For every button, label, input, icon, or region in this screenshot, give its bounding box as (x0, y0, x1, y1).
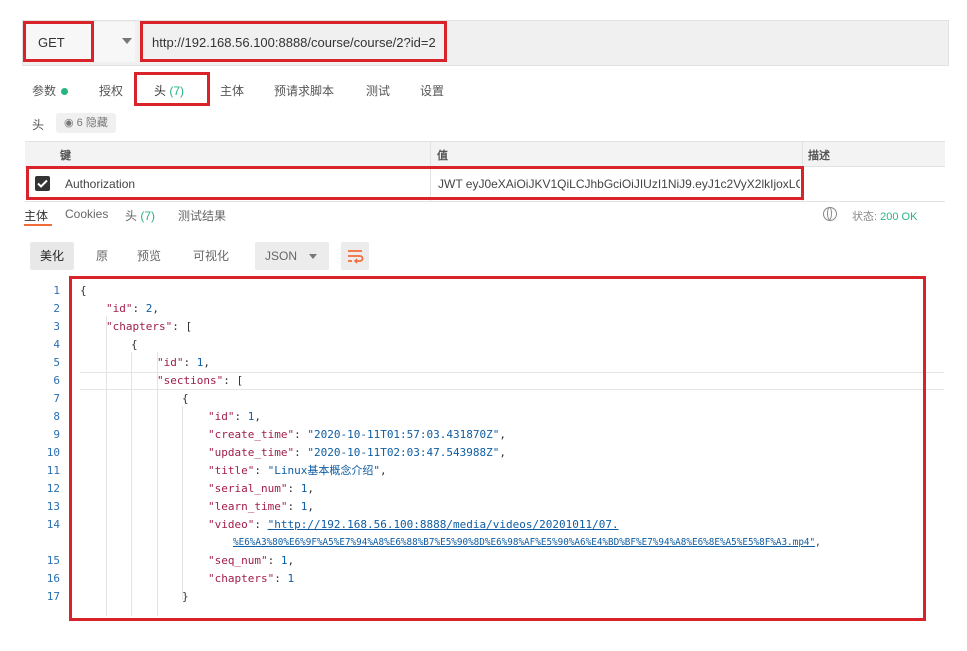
highlight-box (134, 72, 210, 106)
line-number: 17 (46, 590, 60, 603)
response-tab-test-results[interactable]: 测试结果 (178, 207, 226, 224)
tab-authorization[interactable]: 授权 (99, 82, 123, 99)
format-visualize-button[interactable]: 可视化 (183, 242, 239, 270)
line-number: 3 (53, 320, 60, 333)
format-type-select[interactable]: JSON (255, 242, 329, 270)
response-tab-headers[interactable]: 头 (7) (125, 207, 155, 224)
line-number: 16 (46, 572, 60, 585)
line-number: 10 (46, 446, 60, 459)
highlight-box (26, 166, 804, 200)
line-number: 6 (53, 374, 60, 387)
format-pretty-button[interactable]: 美化 (30, 242, 75, 270)
chevron-down-icon[interactable] (122, 38, 132, 44)
line-number: 5 (53, 356, 60, 369)
response-tab-body[interactable]: 主体 (24, 207, 48, 224)
tab-body[interactable]: 主体 (220, 82, 244, 99)
highlight-box (23, 21, 94, 62)
format-type-label: JSON (265, 249, 298, 263)
headers-table-head (25, 141, 945, 167)
line-number: 1 (53, 284, 60, 297)
column-description: 描述 (808, 150, 830, 162)
active-tab-underline (24, 224, 52, 226)
column-key: 键 (60, 150, 71, 162)
response-tab-cookies[interactable]: Cookies (65, 207, 108, 221)
format-raw-button[interactable]: 原 (86, 242, 118, 270)
hidden-headers-text: 6 隐藏 (76, 117, 108, 129)
headers-section-label: 头 (32, 118, 45, 132)
wrap-lines-button[interactable] (341, 242, 369, 270)
status-label: 状态: (852, 211, 878, 223)
line-number: 12 (46, 482, 60, 495)
line-number: 2 (53, 302, 60, 315)
response-tab-headers-label: 头 (125, 209, 138, 223)
line-number: 4 (53, 338, 60, 351)
active-dot-icon (61, 88, 69, 96)
globe-icon[interactable] (823, 207, 837, 221)
line-number: 15 (46, 554, 60, 567)
tab-settings[interactable]: 设置 (420, 82, 444, 99)
line-number: 8 (53, 410, 60, 423)
tab-tests[interactable]: 测试 (366, 82, 390, 99)
column-value: 值 (437, 150, 448, 162)
response-tab-headers-count: (7) (140, 209, 156, 223)
status-value: 200 OK (880, 211, 918, 223)
eye-icon: ◉ (64, 117, 74, 129)
tab-params[interactable]: 参数 (32, 82, 69, 99)
tab-params-label: 参数 (32, 84, 57, 98)
line-number: 11 (46, 464, 60, 477)
line-number: 13 (46, 500, 60, 513)
line-number: 7 (53, 392, 60, 405)
highlight-box (140, 21, 447, 62)
hidden-headers-toggle[interactable]: ◉ 6 隐藏 (56, 113, 116, 133)
line-number: 14 (46, 518, 60, 531)
wrap-icon (348, 250, 364, 264)
status-indicator: 状态: 200 OK (852, 208, 917, 224)
chevron-down-icon (309, 254, 317, 259)
line-number: 9 (53, 428, 60, 441)
highlight-box (69, 276, 926, 621)
tab-pre-request-script[interactable]: 预请求脚本 (274, 82, 334, 99)
format-preview-button[interactable]: 预览 (127, 242, 171, 270)
